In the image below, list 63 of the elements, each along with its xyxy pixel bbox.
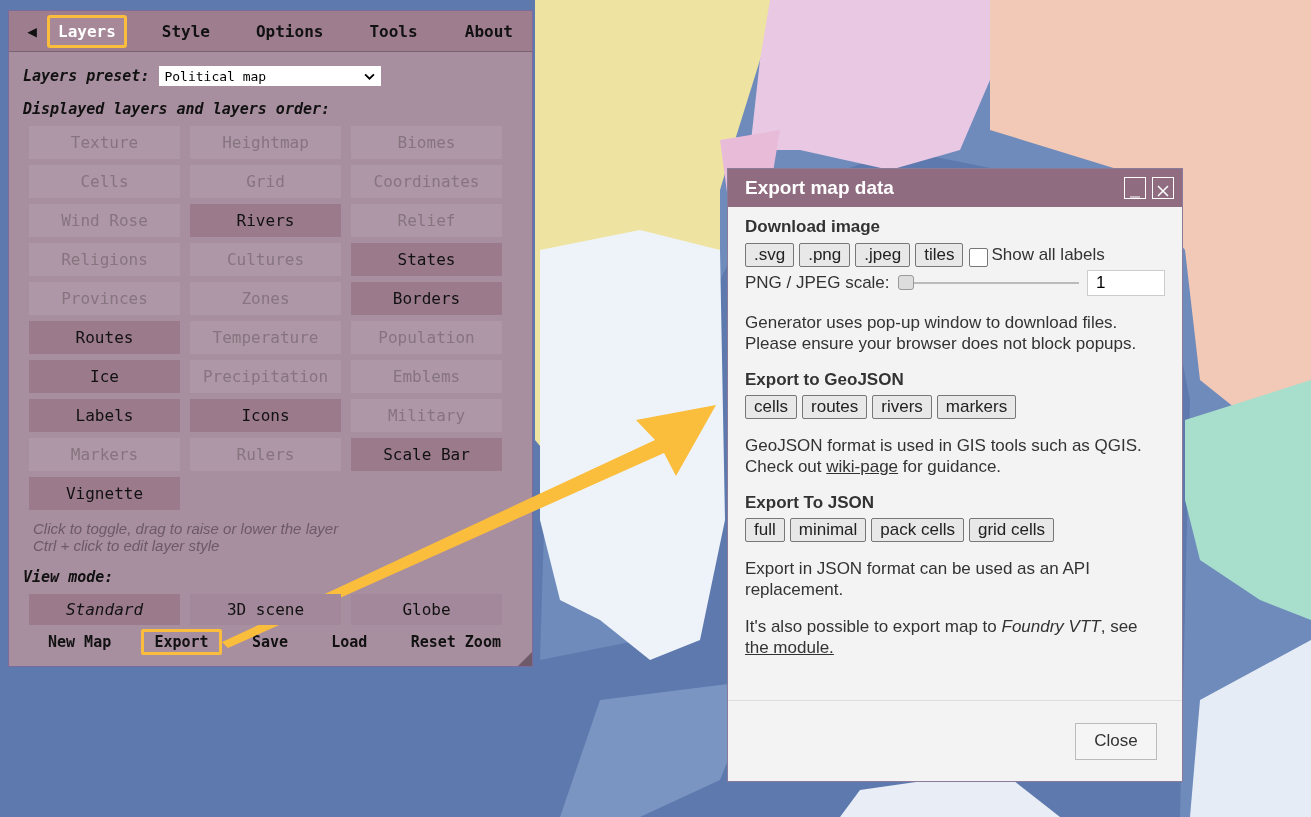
note-text: Please ensure your browser does not block popups. [745,333,1138,354]
layer-toggle[interactable]: Ice [29,360,180,393]
view-mode-button[interactable]: Globe [351,594,502,625]
menu-tab[interactable]: About [453,14,524,48]
export-button[interactable]: markers [936,395,1017,419]
minimize-button[interactable] [1124,177,1146,199]
text-link[interactable]: wiki-page [826,457,899,476]
slider-thumb[interactable] [898,275,915,290]
checkbox-label: Show all labels [991,244,1105,265]
export-button[interactable]: .svg [745,242,795,267]
menu-action[interactable]: New Map [35,629,125,655]
checkbox[interactable] [969,248,989,267]
collapse-button[interactable]: ◀ [17,21,47,41]
menu-action[interactable]: Export [141,629,222,655]
section-heading: Export to GeoJSON [745,370,905,390]
export-button[interactable]: rivers [872,395,932,419]
note-text: GeoJSON format is used in GIS tools such as QGIS. [745,435,1143,456]
preset-label: Layers preset: [23,67,150,85]
menu-tab[interactable]: Options [244,14,335,48]
hint-text: Ctrl + click to edit layer style [33,537,221,554]
preset-dropdown[interactable]: Political map [159,66,382,86]
export-button[interactable]: full [745,518,785,542]
layer-toggle[interactable]: Borders [351,282,502,315]
menu-tab[interactable]: Tools [358,14,429,48]
note-text: Check out wiki-page for guidance. [745,456,1003,477]
hint-text: Click to toggle, drag to raise or lower the layer [33,520,340,537]
dropdown-caret-icon[interactable] [364,72,376,80]
menu-tab[interactable]: Layers [47,14,127,48]
scale-label: PNG / JPEG scale: [745,273,891,293]
export-button[interactable]: routes [802,395,868,419]
layers-heading: Displayed layers and layers order: [23,100,332,118]
note-text: Generator uses pop-up window to download files. [745,312,1119,333]
layer-toggle[interactable]: Rivers [190,204,341,237]
close-button[interactable]: Close [1075,722,1157,760]
note-text: Export in JSON format can be used as an API replacement. [745,558,1091,600]
layer-toggle[interactable]: States [351,243,502,276]
section-heading: Export To JSON [745,493,876,513]
menu-tab[interactable]: Style [150,14,221,48]
layer-toggle[interactable]: Labels [29,399,180,432]
export-button[interactable]: tiles [915,242,964,267]
menu-action[interactable]: Load [318,629,381,655]
layer-toggle[interactable]: Vignette [29,477,180,510]
close-icon[interactable] [1152,177,1174,199]
view-mode-label: View mode: [23,568,115,586]
layer-toggle[interactable]: Icons [190,399,341,432]
layer-toggle[interactable]: Routes [29,321,180,354]
export-button[interactable]: .jpeg [855,242,911,267]
layer-toggle[interactable]: Scale Bar [351,438,502,471]
text-link[interactable]: the module. [745,638,834,657]
view-mode-button[interactable]: Standard [29,594,180,625]
scale-field[interactable]: 1 [1087,270,1165,296]
export-button[interactable]: pack cells [871,518,964,542]
export-button[interactable]: minimal [789,518,867,542]
export-button[interactable]: .png [799,242,851,267]
menu-action[interactable]: Save [238,629,302,655]
resize-grip-icon[interactable] [518,652,532,666]
dialog-title: Export map data [745,177,895,199]
menu-action[interactable]: Reset Zoom [397,629,514,655]
section-heading: Download image [745,217,882,237]
export-button[interactable]: cells [745,395,797,419]
note-text: It's also possible to export map to Foundry VTT, see the module. [745,616,1139,658]
export-button[interactable]: grid cells [968,518,1055,542]
view-mode-button[interactable]: 3D scene [190,594,341,625]
